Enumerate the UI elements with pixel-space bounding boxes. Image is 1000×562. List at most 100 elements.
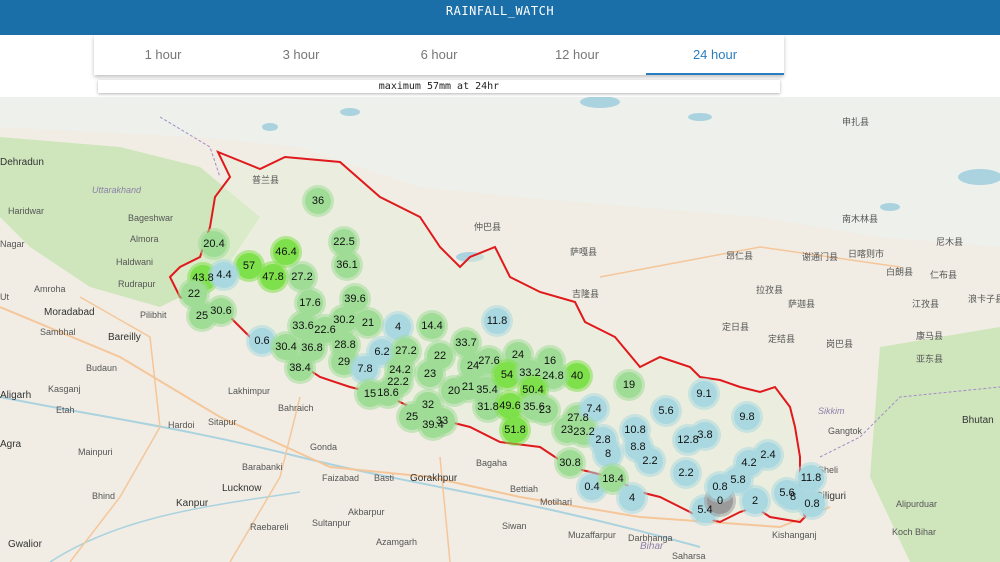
rainfall-value: 27.2 [291, 271, 313, 283]
rainfall-cluster[interactable]: 4 [385, 314, 411, 340]
rainfall-cluster[interactable]: 21 [355, 310, 381, 336]
rainfall-cluster[interactable]: 19 [616, 372, 642, 398]
rainfall-cluster[interactable]: 7.8 [352, 356, 378, 382]
rainfall-value: 4 [394, 321, 402, 333]
rainfall-value: 35.4 [476, 384, 498, 396]
place-label: Kishanganj [772, 530, 817, 540]
place-label: Motihari [540, 497, 573, 507]
time-range-tabs: 1 hour 3 hour 6 hour 12 hour 24 hour [94, 35, 784, 75]
rainfall-cluster[interactable]: 30.8 [557, 450, 583, 476]
tab-1-hour[interactable]: 1 hour [94, 35, 232, 75]
rainfall-value: 17.6 [299, 297, 321, 309]
place-label: Sambhal [40, 327, 76, 337]
rainfall-cluster[interactable]: 46.4 [273, 239, 299, 265]
rainfall-cluster[interactable]: 0.8 [799, 491, 825, 517]
rainfall-value: 36 [311, 195, 325, 207]
rainfall-value: 49.6 [499, 400, 521, 412]
rainfall-value: 36.8 [301, 342, 323, 354]
rainfall-value: 24.8 [542, 370, 564, 382]
place-label: Haridwar [8, 206, 45, 216]
place-label: Gangtok [828, 426, 863, 436]
place-label: 吉隆县 [572, 289, 600, 299]
rainfall-cluster[interactable]: 57 [236, 253, 262, 279]
rainfall-cluster[interactable]: 5.6 [653, 398, 679, 424]
place-label: 日喀则市 [848, 249, 885, 259]
place-label: Saharsa [672, 551, 706, 561]
rainfall-cluster[interactable]: 20.4 [201, 231, 227, 257]
place-label: Nagar [0, 239, 25, 249]
rainfall-value: 22 [433, 350, 447, 362]
place-label: Dehradun [0, 157, 44, 168]
place-label: Koch Bihar [892, 527, 937, 537]
rainfall-cluster[interactable]: 49.6 [497, 393, 523, 419]
rainfall-value: 23 [538, 404, 552, 416]
rainfall-cluster[interactable]: 31.8 [475, 394, 501, 420]
place-label: 仁布县 [930, 270, 958, 280]
rainfall-value: 36.1 [336, 259, 358, 271]
rainfall-cluster[interactable]: 2.4 [755, 442, 781, 468]
rainfall-cluster[interactable]: 9.8 [734, 404, 760, 430]
rainfall-value: 21 [361, 317, 375, 329]
place-label: Rudrapur [118, 279, 156, 289]
tab-24-hour[interactable]: 24 hour [646, 35, 784, 75]
place-label: 普兰县 [252, 175, 280, 185]
rainfall-cluster[interactable]: 2.2 [673, 460, 699, 486]
rainfall-value: 47.8 [262, 271, 284, 283]
rainfall-value: 9.1 [696, 388, 712, 400]
rainfall-cluster[interactable]: 23 [417, 361, 443, 387]
rainfall-value: 3.8 [697, 429, 713, 441]
place-label: Lucknow [222, 483, 262, 494]
rainfall-value: 12.8 [677, 434, 699, 446]
rainfall-cluster[interactable]: 47.8 [260, 264, 286, 290]
rainfall-cluster[interactable]: 14.4 [419, 313, 445, 339]
rainfall-value: 21 [461, 381, 475, 393]
rainfall-value: 0.8 [712, 481, 728, 493]
rainfall-value: 23 [423, 368, 437, 380]
rainfall-value: 5.6 [658, 405, 674, 417]
rainfall-value: 22 [187, 288, 201, 300]
place-label: Aligarh [0, 390, 32, 401]
rainfall-cluster[interactable]: 2 [742, 488, 768, 514]
place-label: Sultanpur [312, 518, 351, 528]
tab-3-hour[interactable]: 3 hour [232, 35, 370, 75]
rainfall-value: 27.6 [478, 355, 500, 367]
rainfall-cluster[interactable]: 36 [305, 188, 331, 214]
rainfall-cluster[interactable]: 38.4 [287, 355, 313, 381]
rainfall-value: 4.4 [216, 269, 232, 281]
place-label: Uttarakhand [92, 185, 142, 195]
rainfall-cluster[interactable]: 0.6 [249, 328, 275, 354]
rainfall-value: 18.6 [377, 387, 399, 399]
rainfall-value: 20.4 [203, 238, 225, 250]
rainfall-cluster[interactable]: 40 [564, 363, 590, 389]
rainfall-cluster[interactable]: 4.4 [211, 262, 237, 288]
rainfall-value: 27.2 [395, 345, 417, 357]
place-label: Siwan [502, 521, 527, 531]
rainfall-value: 50.4 [522, 384, 544, 396]
tab-6-hour[interactable]: 6 hour [370, 35, 508, 75]
rainfall-value: 40 [570, 370, 584, 382]
lake [262, 123, 278, 131]
rainfall-cluster[interactable]: 36.1 [334, 252, 360, 278]
rainfall-value: 11.8 [800, 472, 822, 484]
rainfall-value: 4 [628, 492, 636, 504]
rainfall-cluster[interactable]: 22.5 [331, 229, 357, 255]
rainfall-value: 23 [560, 424, 574, 436]
place-label: Haldwani [116, 257, 154, 267]
rainfall-cluster[interactable]: 33.7 [453, 330, 479, 356]
rainfall-cluster[interactable]: 4 [619, 485, 645, 511]
rainfall-cluster[interactable]: 51.8 [502, 417, 528, 443]
rainfall-value: 51.8 [504, 424, 526, 436]
place-label: Bagaha [476, 458, 508, 468]
rainfall-cluster[interactable]: 11.8 [484, 308, 510, 334]
rainfall-map[interactable]: Dehradun Uttarakhand Haridwar Bageshwar Almo… [0, 97, 1000, 562]
place-label: Azamgarh [376, 537, 418, 547]
lake [958, 169, 1000, 185]
rainfall-cluster[interactable]: 27.2 [289, 264, 315, 290]
tab-12-hour[interactable]: 12 hour [508, 35, 646, 75]
rainfall-value: 32 [421, 399, 435, 411]
place-label: Sikkim [818, 406, 845, 416]
rainfall-value: 6.2 [374, 346, 390, 358]
rainfall-value: 30.8 [559, 457, 581, 469]
rainfall-cluster[interactable]: 9.1 [691, 381, 717, 407]
place-label: Bhutan [962, 415, 994, 426]
